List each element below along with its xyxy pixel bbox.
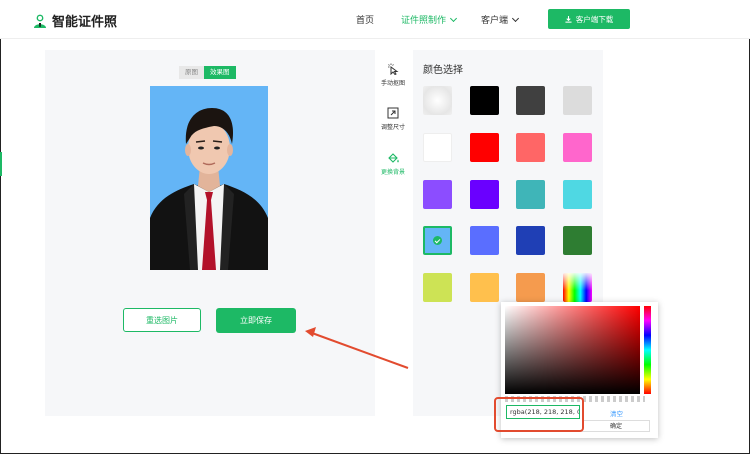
hue-slider[interactable] <box>644 306 651 394</box>
clear-color-link[interactable]: 清空 <box>610 408 623 418</box>
saturation-value-area[interactable] <box>505 306 640 394</box>
confirm-color-button[interactable]: 确定 <box>582 420 650 432</box>
annotation-highlight-box <box>494 397 584 432</box>
